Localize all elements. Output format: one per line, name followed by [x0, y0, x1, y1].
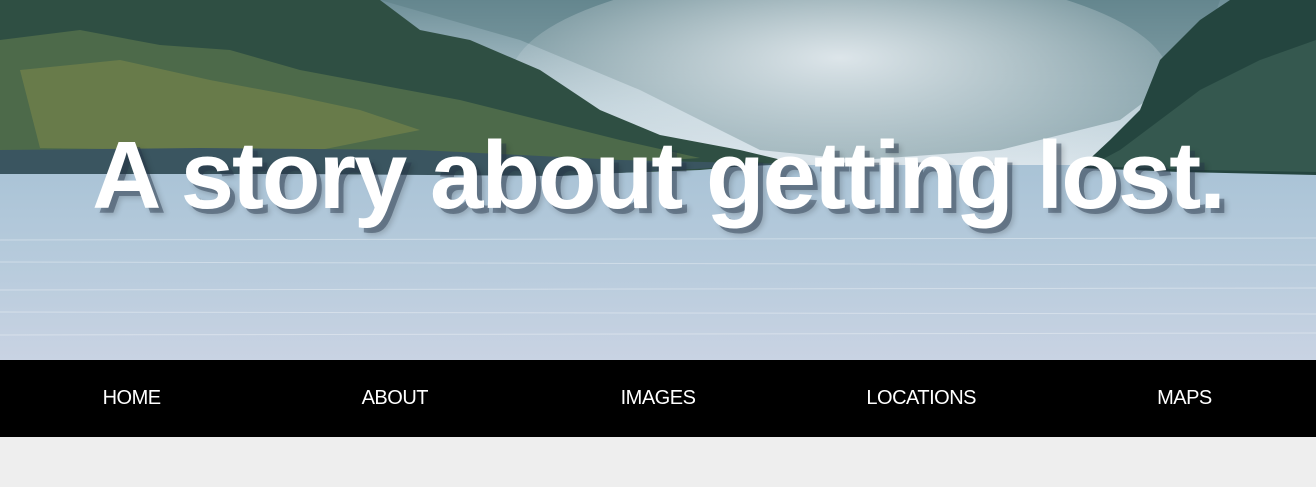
hero-banner: A story about getting lost.	[0, 0, 1316, 360]
hero-title: A story about getting lost.	[92, 122, 1226, 229]
nav-item-about[interactable]: ABOUT	[263, 360, 526, 437]
page-content-area	[0, 437, 1316, 487]
main-navigation: HOME ABOUT IMAGES LOCATIONS MAPS	[0, 360, 1316, 437]
nav-item-images[interactable]: IMAGES	[526, 360, 789, 437]
nav-item-home[interactable]: HOME	[0, 360, 263, 437]
nav-item-locations[interactable]: LOCATIONS	[790, 360, 1053, 437]
nav-item-maps[interactable]: MAPS	[1053, 360, 1316, 437]
